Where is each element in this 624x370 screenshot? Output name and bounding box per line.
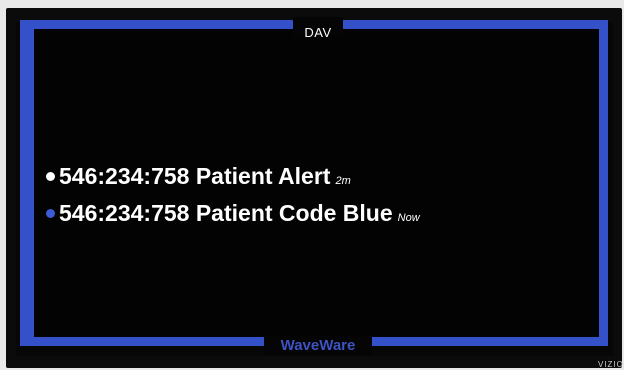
display-title: DAV (304, 25, 332, 40)
status-dot-icon (46, 172, 55, 181)
status-dot-icon (46, 209, 55, 218)
tv-brand-logo: VIZIO (598, 360, 624, 369)
alert-time: Now (397, 212, 420, 224)
alert-message: Patient Code Blue (195, 200, 393, 226)
alert-list: 546:234:758 Patient Alert 2m 546:234:758… (46, 160, 586, 234)
alert-row: 546:234:758 Patient Code Blue Now (46, 197, 586, 234)
alert-row: 546:234:758 Patient Alert 2m (46, 160, 586, 197)
alert-message: Patient Alert (195, 163, 331, 189)
alert-id: 546:234:758 (59, 163, 190, 189)
footer-brand: WaveWare (280, 337, 356, 354)
alert-time: 2m (335, 175, 351, 187)
alert-id: 546:234:758 (59, 200, 190, 226)
